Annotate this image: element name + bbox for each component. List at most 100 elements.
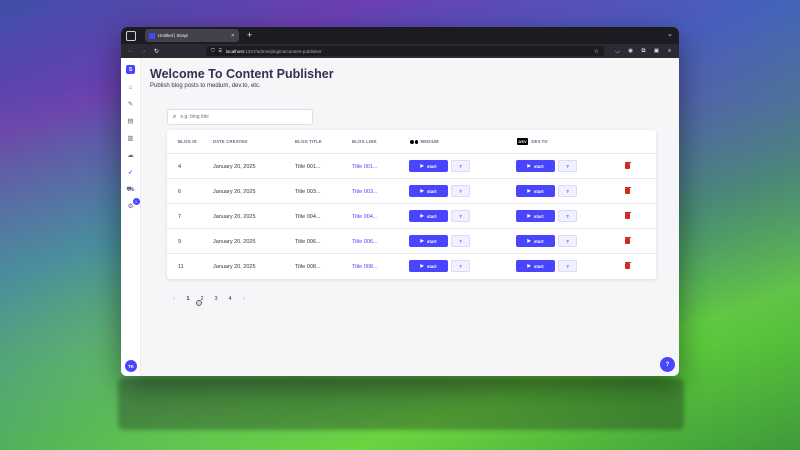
shield-icon[interactable]: ⛉: [211, 48, 215, 54]
sidebar-toggle-icon[interactable]: ▣: [653, 48, 660, 54]
page-info-icon[interactable]: ⌸: [219, 48, 222, 54]
tab-strip: Untitled | Strapi ✕ + ⌄: [121, 27, 679, 44]
rocket-icon[interactable]: ➶: [125, 168, 137, 185]
cell-blog-link[interactable]: Title 006...: [352, 229, 377, 254]
bookmark-star-icon[interactable]: ☆: [594, 48, 599, 55]
play-icon: ▶: [420, 163, 424, 168]
main-sidebar: S ⌂ ✎ ▤ ▥ ☁ ➶ ⛟ ⚙ 1 TK: [121, 58, 141, 376]
cell-date-created: January 20, 2025: [213, 213, 256, 220]
tab-title: Untitled | Strapi: [158, 33, 188, 38]
new-tab-icon[interactable]: +: [247, 31, 252, 40]
cell-blog-title: Title 008...: [295, 263, 321, 270]
extensions-icon[interactable]: ⧉: [640, 48, 647, 55]
header-blog-link: BLOG LINK: [352, 139, 377, 144]
browser-window: Untitled | Strapi ✕ + ⌄ ← → ↻ ⛉ ⌸ localh…: [121, 27, 679, 376]
cell-blog-id: 6: [178, 188, 182, 195]
pocket-icon[interactable]: ◡: [614, 48, 621, 54]
devto-start-button[interactable]: ▶ start: [516, 235, 555, 247]
next-page-button[interactable]: ›: [237, 296, 251, 302]
table-body: 4 January 20, 2025 Title 001... Title 00…: [167, 154, 656, 279]
medium-start-button[interactable]: ▶ start: [409, 160, 448, 172]
cell-blog-id: 9: [178, 238, 182, 245]
medium-start-button[interactable]: ▶ start: [409, 260, 448, 272]
strapi-favicon-icon: [149, 32, 155, 39]
medium-start-button[interactable]: ▶ start: [409, 185, 448, 197]
table-row: 6 January 20, 2025 Title 003... Title 00…: [167, 179, 656, 204]
browser-tab[interactable]: Untitled | Strapi ✕: [145, 29, 239, 42]
close-icon[interactable]: ✕: [231, 33, 235, 39]
play-icon: ▶: [420, 213, 424, 218]
trash-icon[interactable]: [624, 236, 631, 244]
search-icon: ⌕: [173, 113, 177, 120]
play-icon: ▶: [420, 238, 424, 243]
trash-icon[interactable]: [624, 186, 631, 194]
devto-start-button[interactable]: ▶ start: [516, 160, 555, 172]
medium-help-button[interactable]: ?: [451, 260, 470, 272]
chevron-down-icon[interactable]: ⌄: [667, 30, 673, 38]
nav-bar: ← → ↻ ⛉ ⌸ localhost:1337/admin/plugins/c…: [121, 44, 679, 58]
cell-blog-title: Title 004...: [295, 213, 321, 220]
cloud-icon[interactable]: ☁: [125, 151, 137, 168]
devto-start-button[interactable]: ▶ start: [516, 185, 555, 197]
page-title: Welcome To Content Publisher: [150, 67, 334, 81]
devto-help-button[interactable]: ?: [558, 185, 577, 197]
search-input[interactable]: [180, 114, 307, 120]
medium-start-button[interactable]: ▶ start: [409, 235, 448, 247]
cell-blog-id: 4: [178, 163, 182, 170]
play-icon: ▶: [527, 213, 531, 218]
trash-icon[interactable]: [624, 211, 631, 219]
page-3-button[interactable]: 3: [209, 296, 223, 302]
header-date-created: DATE CREATED: [213, 139, 248, 144]
avatar[interactable]: TK: [125, 360, 137, 372]
play-icon: ▶: [527, 163, 531, 168]
cell-blog-title: Title 001...: [295, 163, 321, 170]
medium-help-button[interactable]: ?: [451, 160, 470, 172]
page-subtitle: Publish blog posts to medium, dev.to, et…: [150, 83, 261, 89]
cell-blog-link[interactable]: Title 003...: [352, 179, 377, 204]
search-box[interactable]: ⌕: [167, 109, 313, 125]
cell-date-created: January 20, 2025: [213, 188, 256, 195]
cell-blog-link[interactable]: Title 008...: [352, 254, 377, 279]
cell-date-created: January 20, 2025: [213, 263, 256, 270]
url-bar[interactable]: ⛉ ⌸ localhost:1337/admin/plugins/content…: [206, 46, 604, 56]
trash-icon[interactable]: [624, 261, 631, 269]
help-button[interactable]: ?: [660, 357, 675, 372]
medium-help-button[interactable]: ?: [451, 210, 470, 222]
reload-icon[interactable]: ↻: [153, 48, 160, 55]
forward-icon[interactable]: →: [140, 48, 147, 54]
medium-help-button[interactable]: ?: [451, 235, 470, 247]
back-icon[interactable]: ←: [127, 48, 134, 54]
cell-blog-link[interactable]: Title 001...: [352, 154, 377, 179]
page-1-button[interactable]: 1: [181, 296, 195, 302]
devto-help-button[interactable]: ?: [558, 160, 577, 172]
prev-page-button[interactable]: ‹: [167, 296, 181, 302]
medium-help-button[interactable]: ?: [451, 185, 470, 197]
tab-list-icon[interactable]: [126, 30, 136, 41]
url-text[interactable]: localhost:1337/admin/plugins/content-pub…: [226, 49, 590, 54]
medium-start-button[interactable]: ▶ start: [409, 210, 448, 222]
play-icon: ▶: [420, 188, 424, 193]
menu-icon[interactable]: ≡: [666, 48, 673, 54]
devto-help-button[interactable]: ?: [558, 210, 577, 222]
trash-icon[interactable]: [624, 161, 631, 169]
page-4-button[interactable]: 4: [223, 296, 237, 302]
account-icon[interactable]: ◉: [627, 48, 634, 54]
gear-icon[interactable]: ⚙ 1: [125, 198, 140, 219]
medium-logo-icon: [410, 139, 418, 144]
devto-help-button[interactable]: ?: [558, 235, 577, 247]
layout-icon[interactable]: ▥: [125, 134, 137, 151]
cell-blog-title: Title 003...: [295, 188, 321, 195]
home-icon[interactable]: ⌂: [125, 83, 137, 100]
play-icon: ▶: [527, 263, 531, 268]
main-content: Welcome To Content Publisher Publish blo…: [141, 58, 679, 376]
devto-start-button[interactable]: ▶ start: [516, 260, 555, 272]
strapi-logo-icon[interactable]: S: [126, 65, 135, 74]
cell-date-created: January 20, 2025: [213, 238, 256, 245]
table-header: BLOG ID DATE CREATED BLOG TITLE BLOG LIN…: [167, 130, 656, 154]
devto-help-button[interactable]: ?: [558, 260, 577, 272]
image-icon[interactable]: ▤: [125, 117, 137, 134]
devto-start-button[interactable]: ▶ start: [516, 210, 555, 222]
window-reflection: [118, 378, 684, 430]
cell-blog-link[interactable]: Title 004...: [352, 204, 377, 229]
pen-icon[interactable]: ✎: [125, 100, 137, 117]
